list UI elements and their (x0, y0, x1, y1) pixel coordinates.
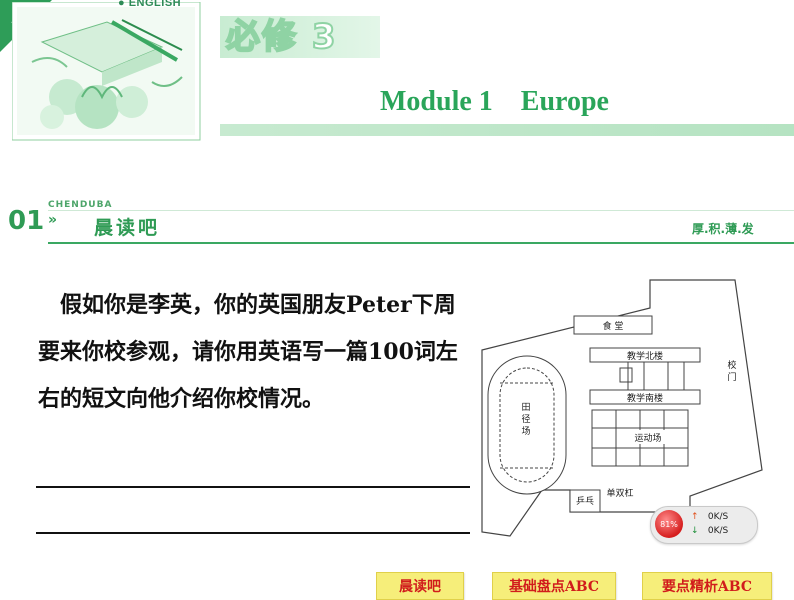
track-field-char: 径 (521, 413, 530, 425)
answer-line[interactable] (36, 486, 470, 488)
section-top-rule (48, 210, 794, 211)
campus-map: 食 堂 教学北楼 教学南楼 田 径 场 运动场 校 门 乒乓 单双杠 (480, 278, 770, 540)
network-speed-widget[interactable]: 81% ↑ 0K/S ↓ 0K/S (650, 506, 758, 544)
section-number: 01 (8, 206, 45, 236)
bars-label: 单双杠 (606, 487, 633, 499)
gate-char: 门 (727, 371, 736, 383)
sports-field-label: 运动场 (634, 433, 661, 444)
upload-row: ↑ 0K/S (691, 512, 728, 522)
north-building-label: 教学北楼 (627, 350, 663, 362)
south-building-label: 教学南楼 (627, 392, 663, 404)
flower-book-art (11, 1, 201, 141)
writing-prompt: 假如你是李英，你的英国朋友Peter下周要来你校参观，请你用英语写一篇100词左… (38, 292, 458, 412)
download-row: ↓ 0K/S (691, 526, 728, 536)
nav-morning-read-button[interactable]: 晨读吧 (376, 572, 464, 600)
campus-map-svg: 食 堂 教学北楼 教学南楼 田 径 场 运动场 校 门 乒乓 单双杠 (481, 279, 763, 537)
volume-title: 必修 3 (225, 16, 338, 58)
section-title: 晨读吧 (94, 217, 161, 239)
canteen-label: 食 堂 (603, 320, 624, 332)
gate-char: 校 (727, 359, 736, 371)
download-rate: 0K/S (707, 526, 729, 536)
section-divider (48, 242, 794, 244)
header-illustration (11, 1, 202, 142)
ping-pong-label: 乒乓 (576, 495, 594, 507)
section-arrow-icon: » (48, 212, 58, 228)
nav-key-points-button[interactable]: 要点精析ABC (642, 572, 772, 600)
nav-basics-button[interactable]: 基础盘点ABC (492, 572, 616, 600)
track-field-char: 场 (521, 426, 530, 437)
network-percent-badge: 81% (655, 510, 683, 538)
upload-rate: 0K/S (707, 512, 729, 522)
section-label: CHENDUBA (48, 200, 113, 210)
upload-arrow-icon: ↑ (691, 512, 699, 522)
track-field-char: 田 (521, 402, 530, 413)
section-tagline: 厚.积.薄.发 (692, 222, 754, 236)
answer-line[interactable] (36, 532, 470, 534)
english-label: ● ENGLISH (118, 0, 182, 9)
module-title: Module 1 Europe (380, 86, 609, 117)
title-rule (220, 124, 794, 136)
download-arrow-icon: ↓ (691, 526, 699, 536)
